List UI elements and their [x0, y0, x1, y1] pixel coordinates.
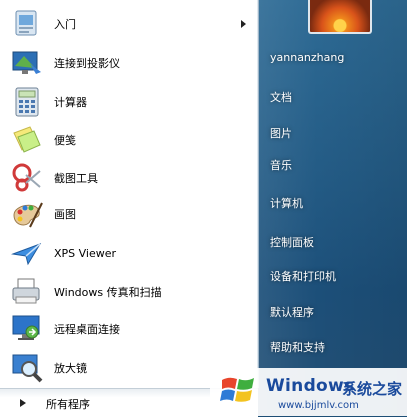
- calculator-icon: [10, 85, 44, 119]
- program-item-xps-viewer[interactable]: XPS Viewer: [6, 235, 252, 271]
- program-label: 连接到投影仪: [54, 57, 120, 70]
- program-item-snipping-tool[interactable]: 截图工具: [6, 160, 252, 196]
- program-list: 入门 连接到投影仪 计算器 便笺 截图工具 画图 XPS Viewer Wind…: [0, 0, 259, 388]
- program-label: 放大镜: [54, 362, 87, 375]
- watermark-url: www.bjjmlv.com: [278, 400, 359, 411]
- user-picture[interactable]: [308, 0, 372, 34]
- program-label: 画图: [54, 208, 76, 221]
- watermark-brand-cn: 系统之家: [342, 380, 403, 398]
- snipping-tool-icon: [10, 161, 44, 195]
- right-item-pictures[interactable]: 图片: [270, 125, 292, 141]
- remote-desktop-icon: [10, 312, 44, 346]
- program-item-projector[interactable]: 连接到投影仪: [6, 45, 252, 81]
- right-item-control-panel[interactable]: 控制面板: [270, 234, 314, 250]
- right-item-music[interactable]: 音乐: [270, 157, 292, 173]
- windows-logo-icon: [220, 377, 254, 402]
- xps-viewer-icon: [10, 236, 44, 270]
- getting-started-icon: [10, 7, 44, 41]
- sticky-notes-icon: [10, 123, 44, 157]
- user-name-link[interactable]: yannanzhang: [270, 51, 344, 64]
- right-item-documents[interactable]: 文档: [270, 89, 292, 105]
- program-item-sticky-notes[interactable]: 便笺: [6, 122, 252, 158]
- program-label: 入门: [54, 18, 76, 31]
- right-item-devices-printers[interactable]: 设备和打印机: [270, 268, 336, 284]
- program-label: 截图工具: [54, 172, 98, 185]
- program-label: Windows 传真和扫描: [54, 286, 162, 299]
- program-item-remote-desktop[interactable]: 远程桌面连接: [6, 311, 252, 347]
- program-label: XPS Viewer: [54, 246, 117, 260]
- watermark: Windows 系统之家 www.bjjmlv.com: [214, 370, 407, 416]
- program-label: 便笺: [54, 134, 76, 147]
- right-item-default-programs[interactable]: 默认程序: [270, 304, 314, 320]
- expand-arrow-icon: [20, 399, 26, 407]
- paint-icon: [10, 197, 44, 231]
- all-programs-label: 所有程序: [46, 398, 90, 411]
- program-item-calculator[interactable]: 计算器: [6, 84, 252, 120]
- program-item-paint[interactable]: 画图: [6, 196, 252, 232]
- right-item-computer[interactable]: 计算机: [270, 195, 303, 211]
- projector-icon: [10, 46, 44, 80]
- program-label: 远程桌面连接: [54, 323, 120, 336]
- program-label: 计算器: [54, 96, 87, 109]
- submenu-arrow-icon[interactable]: [241, 20, 246, 28]
- fax-scan-icon: [10, 275, 44, 309]
- magnifier-icon: [10, 351, 44, 385]
- right-item-help-support[interactable]: 帮助和支持: [270, 339, 325, 355]
- program-item-fax-scan[interactable]: Windows 传真和扫描: [6, 274, 252, 310]
- program-item-getting-started[interactable]: 入门: [6, 6, 252, 42]
